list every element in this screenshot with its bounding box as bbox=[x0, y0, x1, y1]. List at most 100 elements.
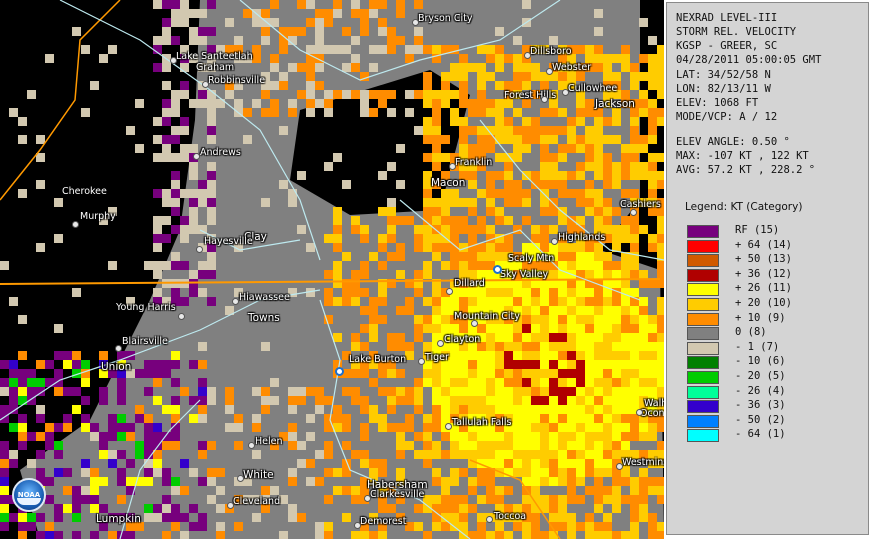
velocity-pixel bbox=[360, 99, 369, 108]
velocity-pixel bbox=[657, 180, 664, 189]
radar-map[interactable]: Bryson City Dillsboro Lake Santeetlah Gr… bbox=[0, 0, 664, 539]
velocity-pixel bbox=[225, 423, 234, 432]
velocity-pixel bbox=[612, 432, 621, 441]
velocity-pixel bbox=[171, 441, 180, 450]
velocity-pixel bbox=[117, 495, 126, 504]
velocity-pixel bbox=[360, 9, 369, 18]
velocity-pixel bbox=[531, 468, 540, 477]
legend-label: - 50 (2) bbox=[735, 413, 786, 426]
city-dot bbox=[170, 57, 177, 64]
velocity-pixel bbox=[45, 495, 54, 504]
velocity-pixel bbox=[261, 9, 270, 18]
velocity-pixel bbox=[540, 189, 549, 198]
velocity-pixel bbox=[396, 387, 405, 396]
velocity-pixel bbox=[9, 360, 18, 369]
velocity-pixel bbox=[18, 351, 27, 360]
velocity-pixel bbox=[45, 531, 54, 539]
velocity-pixel bbox=[594, 333, 603, 342]
velocity-pixel bbox=[54, 531, 63, 539]
velocity-pixel bbox=[513, 54, 522, 63]
legend-swatch bbox=[687, 356, 719, 370]
velocity-pixel bbox=[18, 315, 27, 324]
velocity-pixel bbox=[378, 99, 387, 108]
velocity-pixel bbox=[153, 396, 162, 405]
velocity-pixel bbox=[630, 369, 639, 378]
velocity-pixel bbox=[477, 450, 486, 459]
velocity-pixel bbox=[594, 369, 603, 378]
velocity-pixel bbox=[531, 351, 540, 360]
velocity-pixel bbox=[540, 198, 549, 207]
velocity-pixel bbox=[531, 126, 540, 135]
velocity-pixel bbox=[594, 432, 603, 441]
velocity-pixel bbox=[477, 144, 486, 153]
velocity-pixel bbox=[612, 486, 621, 495]
velocity-pixel bbox=[648, 153, 657, 162]
velocity-pixel bbox=[180, 0, 189, 9]
velocity-pixel bbox=[468, 486, 477, 495]
velocity-pixel bbox=[558, 495, 567, 504]
velocity-pixel bbox=[495, 171, 504, 180]
velocity-pixel bbox=[594, 306, 603, 315]
velocity-pixel bbox=[0, 486, 9, 495]
velocity-pixel bbox=[144, 387, 153, 396]
velocity-pixel bbox=[18, 522, 27, 531]
velocity-pixel bbox=[567, 342, 576, 351]
radar-site-marker[interactable] bbox=[335, 367, 344, 376]
velocity-pixel bbox=[243, 9, 252, 18]
velocity-pixel bbox=[477, 432, 486, 441]
place-label-lake-burton: Lake Burton bbox=[349, 354, 407, 365]
velocity-pixel bbox=[288, 396, 297, 405]
velocity-pixel bbox=[171, 360, 180, 369]
velocity-pixel bbox=[504, 360, 513, 369]
velocity-pixel bbox=[450, 495, 459, 504]
velocity-pixel bbox=[639, 360, 648, 369]
radar-velocity-layer bbox=[0, 0, 664, 539]
info-station-line: KGSP - GREER, SC bbox=[676, 40, 778, 52]
velocity-pixel bbox=[459, 81, 468, 90]
legend-swatch bbox=[687, 371, 719, 384]
velocity-pixel bbox=[135, 441, 144, 450]
velocity-pixel bbox=[513, 108, 522, 117]
velocity-pixel bbox=[621, 261, 630, 270]
velocity-pixel bbox=[594, 270, 603, 279]
velocity-pixel bbox=[576, 441, 585, 450]
velocity-pixel bbox=[513, 189, 522, 198]
velocity-pixel bbox=[432, 450, 441, 459]
velocity-pixel bbox=[90, 81, 99, 90]
velocity-pixel bbox=[468, 180, 477, 189]
velocity-pixel bbox=[477, 495, 486, 504]
velocity-pixel bbox=[513, 144, 522, 153]
velocity-pixel bbox=[522, 396, 531, 405]
velocity-pixel bbox=[531, 459, 540, 468]
velocity-pixel bbox=[432, 144, 441, 153]
radar-site-marker[interactable] bbox=[493, 265, 502, 274]
velocity-pixel bbox=[9, 513, 18, 522]
place-label-clayton: Clayton bbox=[444, 334, 481, 345]
velocity-pixel bbox=[198, 522, 207, 531]
velocity-pixel bbox=[459, 360, 468, 369]
velocity-pixel bbox=[612, 342, 621, 351]
velocity-pixel bbox=[648, 99, 657, 108]
velocity-pixel bbox=[540, 234, 549, 243]
velocity-pixel bbox=[576, 342, 585, 351]
velocity-pixel bbox=[252, 45, 261, 54]
velocity-pixel bbox=[603, 117, 612, 126]
velocity-pixel bbox=[207, 126, 216, 135]
velocity-pixel bbox=[432, 297, 441, 306]
velocity-pixel bbox=[531, 342, 540, 351]
velocity-pixel bbox=[198, 36, 207, 45]
velocity-pixel bbox=[153, 369, 162, 378]
velocity-pixel bbox=[486, 54, 495, 63]
place-label-cashiers: Cashiers bbox=[620, 199, 661, 210]
velocity-pixel bbox=[459, 63, 468, 72]
velocity-pixel bbox=[540, 108, 549, 117]
velocity-pixel bbox=[468, 234, 477, 243]
velocity-pixel bbox=[648, 486, 657, 495]
velocity-pixel bbox=[576, 423, 585, 432]
velocity-pixel bbox=[630, 513, 639, 522]
velocity-pixel bbox=[504, 342, 513, 351]
velocity-pixel bbox=[153, 288, 162, 297]
velocity-pixel bbox=[558, 180, 567, 189]
velocity-pixel bbox=[657, 333, 664, 342]
velocity-pixel bbox=[432, 324, 441, 333]
